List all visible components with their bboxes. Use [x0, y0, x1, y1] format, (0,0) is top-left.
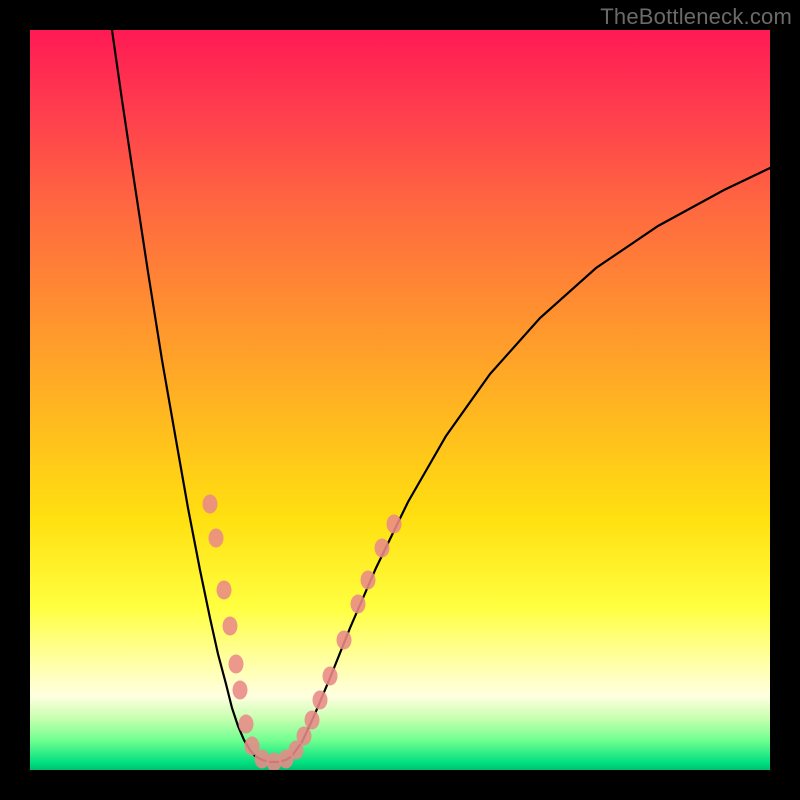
- data-marker: [229, 655, 244, 674]
- data-marker: [233, 681, 248, 700]
- data-marker: [203, 495, 218, 514]
- data-marker: [337, 631, 352, 650]
- data-marker: [361, 571, 376, 590]
- data-marker: [351, 595, 366, 614]
- data-marker: [239, 715, 254, 734]
- plot-area: [30, 30, 770, 770]
- data-marker: [297, 727, 312, 746]
- bottleneck-curve: [30, 30, 770, 770]
- data-marker: [313, 691, 328, 710]
- data-marker: [387, 515, 402, 534]
- chart-frame: TheBottleneck.com: [0, 0, 800, 800]
- data-marker: [223, 617, 238, 636]
- data-marker: [209, 529, 224, 548]
- data-marker: [305, 711, 320, 730]
- data-marker: [375, 539, 390, 558]
- attribution-text: TheBottleneck.com: [600, 4, 792, 30]
- data-marker: [217, 581, 232, 600]
- bottleneck-curve-path: [112, 30, 770, 762]
- data-marker: [323, 667, 338, 686]
